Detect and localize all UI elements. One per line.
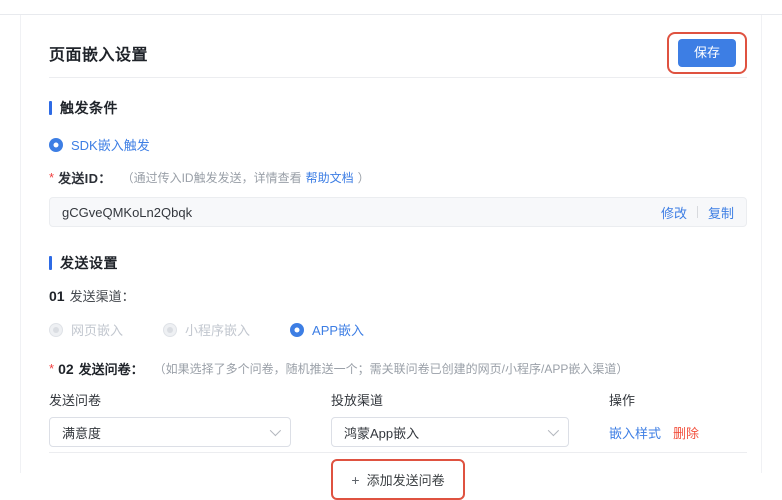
trigger-radio-group: SDK嵌入触发 <box>49 135 747 154</box>
save-highlight-annotation: 保存 <box>667 32 747 74</box>
step-number: 02 <box>58 361 74 377</box>
column-header-questionnaire: 发送问卷 <box>49 390 291 409</box>
radio-web-label: 网页嵌入 <box>71 320 123 339</box>
bottom-divider <box>49 452 747 453</box>
help-doc-link[interactable]: 帮助文档 <box>306 171 354 185</box>
save-button[interactable]: 保存 <box>678 39 736 67</box>
send-id-hint-prefix: （通过传入ID触发发送，详情查看 <box>122 171 302 185</box>
questionnaire-hint: （如果选择了多个问卷，随机推送一个；需关联问卷已创建的网页/小程序/APP嵌入渠… <box>154 360 629 377</box>
add-questionnaire-button[interactable]: + 添加发送问卷 <box>335 463 460 496</box>
send-section-heading: 发送设置 <box>49 253 747 273</box>
send-id-hint: （通过传入ID触发发送，详情查看帮助文档 ） <box>122 169 370 186</box>
trigger-section-heading: 触发条件 <box>49 98 747 118</box>
radio-selected-icon <box>49 138 63 152</box>
send-id-value: gCGveQMKoLn2Qbqk <box>62 205 661 220</box>
step-number: 01 <box>49 288 65 304</box>
page-title: 页面嵌入设置 <box>49 41 148 65</box>
radio-web-embed: 网页嵌入 <box>49 320 123 339</box>
send-id-label-row: * 发送ID： （通过传入ID触发发送，详情查看帮助文档 ） <box>49 168 747 187</box>
radio-miniprogram-embed: 小程序嵌入 <box>163 320 250 339</box>
add-highlight-annotation: + 添加发送问卷 <box>331 459 464 500</box>
row-actions: 嵌入样式 删除 <box>609 423 747 442</box>
header-divider <box>49 77 747 78</box>
delete-link[interactable]: 删除 <box>673 423 699 442</box>
copy-link[interactable]: 复制 <box>708 203 734 222</box>
channel-select[interactable]: 鸿蒙App嵌入 <box>331 417 569 447</box>
chevron-down-icon <box>270 425 281 436</box>
radio-sdk-embed-trigger[interactable]: SDK嵌入触发 <box>49 135 150 154</box>
chevron-down-icon <box>548 425 559 436</box>
vertical-divider <box>697 206 698 218</box>
trigger-heading-label: 触发条件 <box>60 98 118 118</box>
column-header-channel: 投放渠道 <box>331 390 569 409</box>
embed-style-link[interactable]: 嵌入样式 <box>609 423 661 442</box>
plus-icon: + <box>351 473 359 487</box>
table-row: 满意度 鸿蒙App嵌入 嵌入样式 删除 <box>49 417 747 447</box>
table-header-row: 发送问卷 投放渠道 操作 <box>49 390 747 409</box>
radio-app-label: APP嵌入 <box>312 320 364 339</box>
radio-app-embed[interactable]: APP嵌入 <box>290 320 364 339</box>
modify-link[interactable]: 修改 <box>661 203 687 222</box>
add-button-row: + 添加发送问卷 <box>49 459 747 500</box>
radio-miniprogram-label: 小程序嵌入 <box>185 320 250 339</box>
column-header-actions: 操作 <box>609 390 747 409</box>
questionnaire-select[interactable]: 满意度 <box>49 417 291 447</box>
radio-disabled-icon <box>49 323 63 337</box>
send-id-hint-suffix: ） <box>358 171 370 185</box>
required-asterisk: * <box>49 170 54 185</box>
settings-card: 页面嵌入设置 保存 触发条件 SDK嵌入触发 * 发送ID： （通过传入ID触发… <box>20 15 762 473</box>
accent-bar-icon <box>49 101 52 115</box>
channel-radio-group: 网页嵌入 小程序嵌入 APP嵌入 <box>49 320 747 339</box>
channel-select-value: 鸿蒙App嵌入 <box>344 423 548 442</box>
send-heading-label: 发送设置 <box>60 253 118 273</box>
send-id-field: gCGveQMKoLn2Qbqk 修改 复制 <box>49 197 747 227</box>
channel-label-row: 01 发送渠道： <box>49 286 747 305</box>
page-header: 页面嵌入设置 保存 <box>49 15 747 77</box>
questionnaire-label: 发送问卷： <box>79 359 144 378</box>
required-asterisk: * <box>49 361 54 376</box>
radio-sdk-label: SDK嵌入触发 <box>71 135 150 154</box>
send-id-actions: 修改 复制 <box>661 203 734 222</box>
radio-disabled-icon <box>163 323 177 337</box>
questionnaire-label-row: * 02 发送问卷： （如果选择了多个问卷，随机推送一个；需关联问卷已创建的网页… <box>49 359 747 378</box>
accent-bar-icon <box>49 256 52 270</box>
radio-selected-icon <box>290 323 304 337</box>
send-id-label: 发送ID： <box>58 168 112 187</box>
channel-label: 发送渠道： <box>70 286 135 305</box>
questionnaire-select-value: 满意度 <box>62 423 270 442</box>
